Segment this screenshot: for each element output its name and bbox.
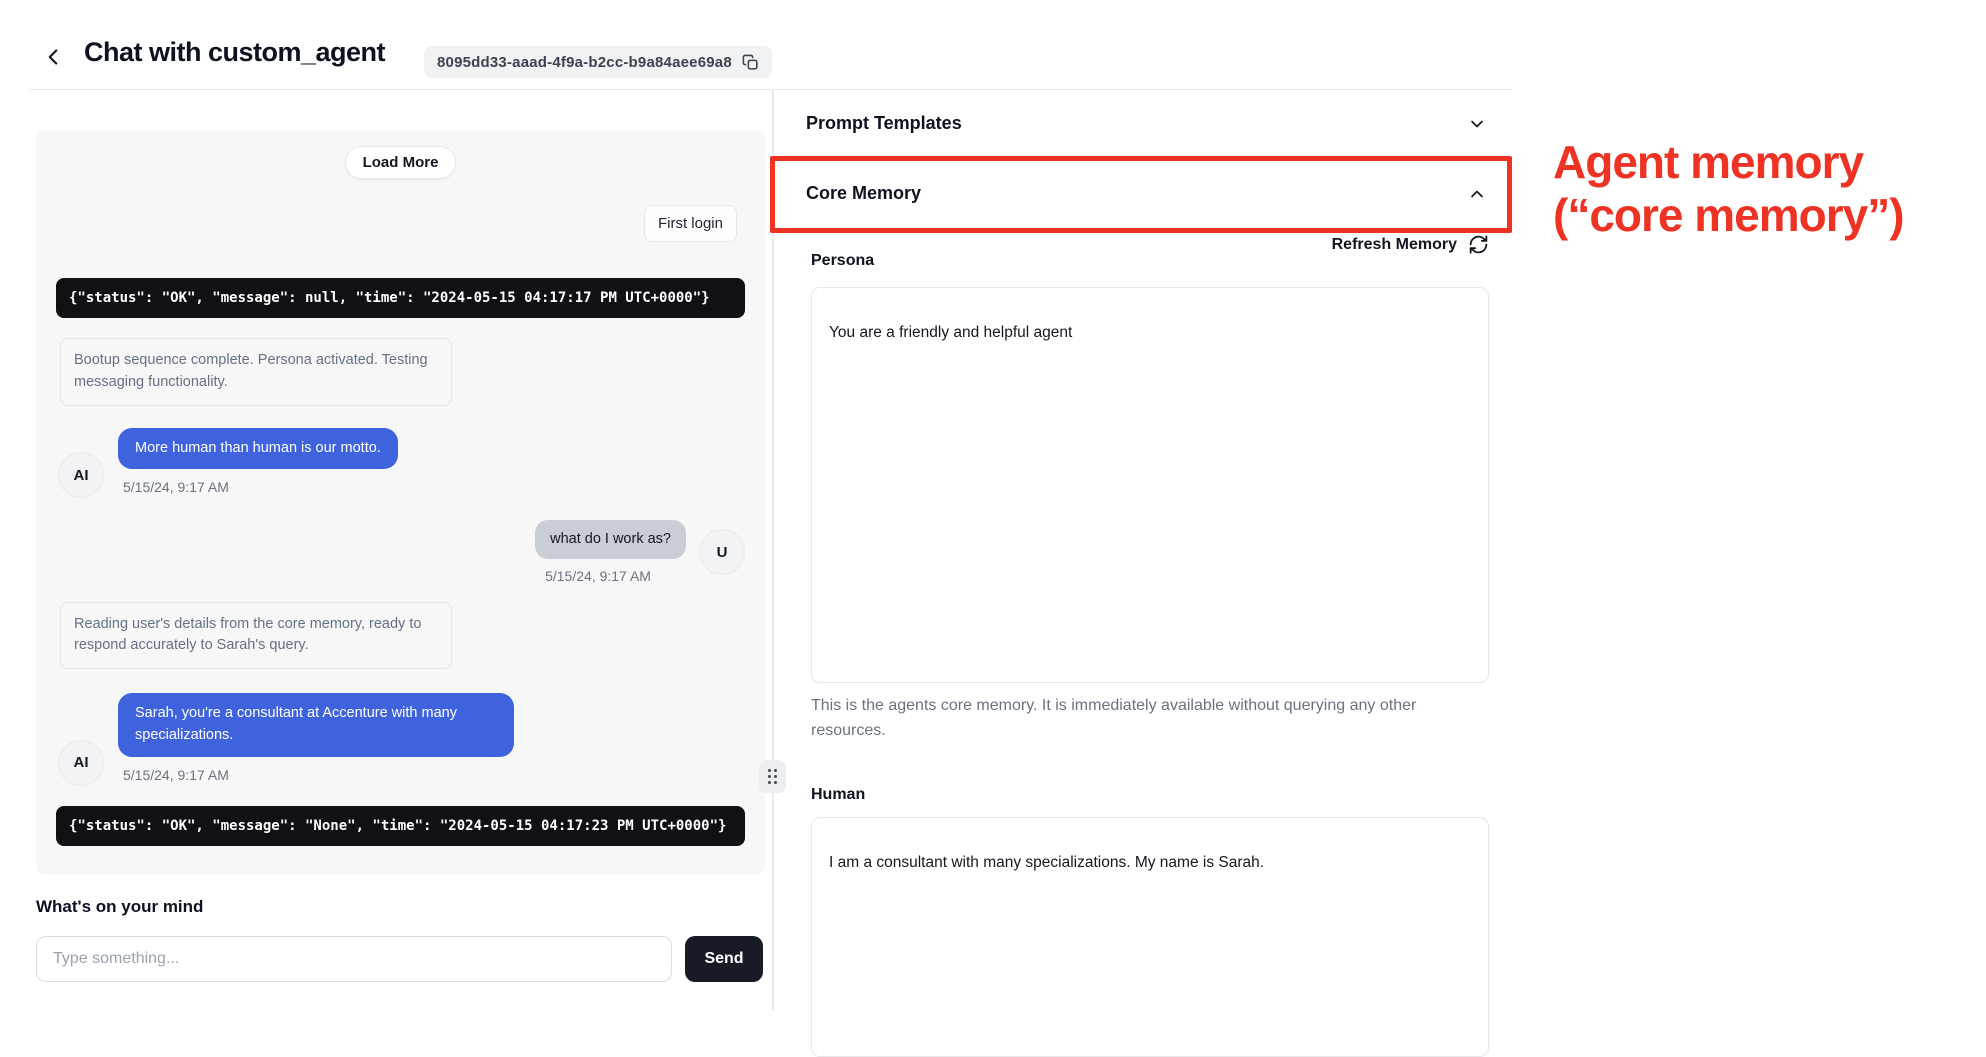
send-button[interactable]: Send <box>685 936 763 982</box>
message-timestamp: 5/15/24, 9:17 AM <box>123 479 229 495</box>
agent-id-value: 8095dd33-aaad-4f9a-b2cc-b9a84aee69a8 <box>437 54 732 71</box>
message-timestamp: 5/15/24, 9:17 AM <box>123 767 229 783</box>
chevron-down-icon[interactable] <box>1467 114 1487 134</box>
annotation-line-1: Agent memory <box>1553 136 1904 189</box>
core-memory-caption: This is the agents core memory. It is im… <box>811 694 1461 744</box>
user-message-row: what do I work as? 5/15/24, 9:17 AM U <box>56 520 745 583</box>
human-textarea[interactable]: I am a consultant with many specializati… <box>811 817 1489 1057</box>
composer-label: What's on your mind <box>36 897 203 917</box>
chat-history-panel: Load More First login {"status": "OK", "… <box>36 130 765 875</box>
human-label: Human <box>811 786 865 804</box>
ai-message-row: AI More human than human is our motto. 5… <box>58 428 745 499</box>
annotation-text: Agent memory (“core memory”) <box>1553 136 1904 243</box>
ai-avatar: AI <box>58 740 104 786</box>
panel-divider <box>772 90 774 1010</box>
system-json-message: {"status": "OK", "message": null, "time"… <box>56 278 745 318</box>
copy-icon[interactable] <box>742 54 759 71</box>
ai-message-bubble: More human than human is our motto. <box>118 428 398 470</box>
chevron-up-icon[interactable] <box>1467 184 1487 204</box>
system-json-message: {"status": "OK", "message": "None", "tim… <box>56 806 745 846</box>
refresh-memory-label: Refresh Memory <box>1332 236 1457 254</box>
ai-avatar: AI <box>58 452 104 498</box>
prompt-templates-label: Prompt Templates <box>806 113 962 134</box>
annotation-line-2: (“core memory”) <box>1553 189 1904 242</box>
chevron-left-icon <box>40 44 66 70</box>
inner-monologue-message: Bootup sequence complete. Persona activa… <box>60 338 452 406</box>
message-input[interactable] <box>36 936 672 982</box>
core-memory-accordion[interactable]: Core Memory <box>806 158 1489 230</box>
first-login-badge: First login <box>644 205 737 242</box>
resize-drag-handle[interactable] <box>759 760 786 793</box>
core-memory-label: Core Memory <box>806 183 921 204</box>
persona-label: Persona <box>811 252 874 270</box>
refresh-icon[interactable] <box>1468 234 1489 255</box>
back-button[interactable] <box>40 44 66 70</box>
ai-message-bubble: Sarah, you're a consultant at Accenture … <box>118 693 514 757</box>
ai-message-row: AI Sarah, you're a consultant at Accentu… <box>58 693 745 786</box>
agent-id-badge: 8095dd33-aaad-4f9a-b2cc-b9a84aee69a8 <box>424 46 772 78</box>
refresh-memory-row: Refresh Memory <box>806 234 1489 255</box>
message-timestamp: 5/15/24, 9:17 AM <box>545 568 651 584</box>
six-dots-icon <box>768 769 777 784</box>
persona-textarea[interactable]: You are a friendly and helpful agent <box>811 287 1489 683</box>
load-more-button[interactable]: Load More <box>345 146 457 179</box>
user-message-bubble: what do I work as? <box>535 520 686 558</box>
user-avatar: U <box>699 529 745 575</box>
page-title: Chat with custom_agent <box>84 37 385 68</box>
prompt-templates-accordion[interactable]: Prompt Templates <box>806 90 1489 158</box>
inner-monologue-message: Reading user's details from the core mem… <box>60 602 452 670</box>
